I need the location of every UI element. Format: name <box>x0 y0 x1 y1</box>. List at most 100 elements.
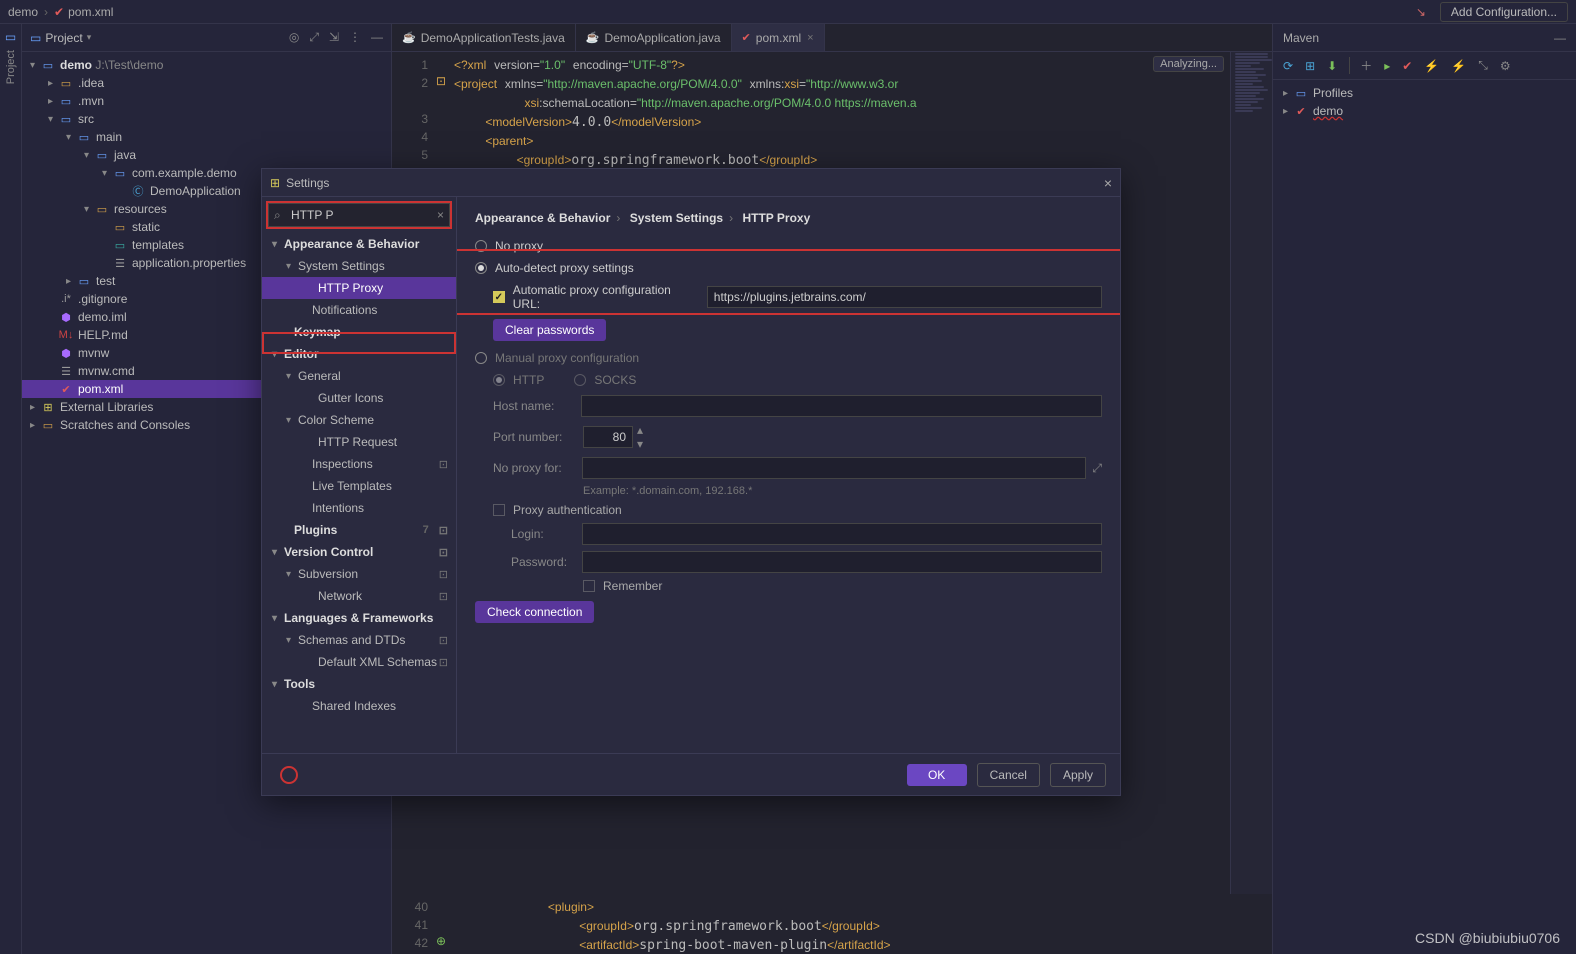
maven-demo[interactable]: ▸✔demo <box>1279 102 1570 120</box>
tree-main[interactable]: ▾▭main <box>22 128 391 146</box>
stree-gutter[interactable]: Gutter Icons <box>262 387 456 409</box>
run-icon[interactable]: ▸ <box>1384 59 1390 73</box>
settings-tree: ▾Appearance & Behavior ▾System Settings … <box>262 233 456 753</box>
port-label: Port number: <box>493 430 583 444</box>
stree-tools[interactable]: ▾Tools <box>262 673 456 695</box>
analyzing-badge: Analyzing... <box>1153 56 1224 72</box>
stree-appearance[interactable]: ▾Appearance & Behavior <box>262 233 456 255</box>
settings-dialog: ⊞ Settings × ⌕ × ▾Appearance & Behavior … <box>261 168 1121 796</box>
build-icon[interactable]: ↘ <box>1416 5 1426 19</box>
project-view-dropdown[interactable]: Project▾ <box>45 31 91 45</box>
stree-editor[interactable]: ▾Editor <box>262 343 456 365</box>
tree-idea[interactable]: ▸▭.idea <box>22 74 391 92</box>
gear-icon: ⊡ <box>439 590 448 603</box>
reload-icon[interactable]: ⟳ <box>1283 59 1293 73</box>
port-input[interactable] <box>583 426 633 448</box>
gear-icon: ⊡ <box>439 656 448 669</box>
toggle-icon[interactable]: ⚡ <box>1424 59 1439 73</box>
password-label: Password: <box>511 555 582 569</box>
stree-intentions[interactable]: Intentions <box>262 497 456 519</box>
add-icon[interactable]: ＋ <box>1349 57 1372 74</box>
radio-no-proxy[interactable]: No proxy <box>475 239 1102 253</box>
stree-schemas[interactable]: ▾Schemas and DTDs⊡ <box>262 629 456 651</box>
minimap[interactable] <box>1230 52 1272 954</box>
tree-java[interactable]: ▾▭java <box>22 146 391 164</box>
hide-icon[interactable]: — <box>1554 31 1566 45</box>
collapse-all-icon[interactable]: ⤡ <box>1478 58 1488 73</box>
gear-icon: ⊡ <box>439 546 448 559</box>
close-icon[interactable]: × <box>1104 175 1112 191</box>
settings-titlebar[interactable]: ⊞ Settings × <box>262 169 1120 197</box>
settings-breadcrumb: Appearance & Behavior› System Settings› … <box>475 211 1102 225</box>
gear-icon: ⊡ <box>439 458 448 471</box>
check-connection-button[interactable]: Check connection <box>475 601 594 623</box>
maven-panel: Maven— ⟳ ⊞ ⬇ ＋ ▸ ✔ ⚡ ⚡ ⤡ ⚙ ▸▭Profiles ▸✔… <box>1272 24 1576 954</box>
gear-icon[interactable]: ⚙ <box>1500 59 1511 73</box>
tab-pom[interactable]: ✔pom.xml× <box>732 24 825 51</box>
crumb-file[interactable]: pom.xml <box>68 5 113 19</box>
maven-toolbar: ⟳ ⊞ ⬇ ＋ ▸ ✔ ⚡ ⚡ ⤡ ⚙ <box>1273 52 1576 80</box>
add-configuration-button[interactable]: Add Configuration... <box>1440 2 1568 22</box>
hide-icon[interactable]: — <box>371 30 383 45</box>
checkbox-proxy-auth[interactable]: Proxy authentication <box>493 503 1102 517</box>
checkbox-auto-url[interactable]: Automatic proxy configuration URL: <box>493 283 1102 311</box>
clear-passwords-button[interactable]: Clear passwords <box>493 319 606 341</box>
stree-inspections[interactable]: Inspections⊡ <box>262 453 456 475</box>
stree-plugins[interactable]: Plugins7⊡ <box>262 519 456 541</box>
stree-keymap[interactable]: Keymap <box>262 321 456 343</box>
stree-http-proxy[interactable]: HTTP Proxy <box>262 277 456 299</box>
auto-url-input[interactable] <box>707 286 1102 308</box>
apply-button[interactable]: Apply <box>1050 763 1106 787</box>
password-input[interactable] <box>582 551 1102 573</box>
generate-icon[interactable]: ⊞ <box>1305 59 1315 73</box>
download-icon[interactable]: ⬇ <box>1327 59 1337 73</box>
gear-icon: ⊡ <box>439 568 448 581</box>
expand-icon[interactable]: ⤢ <box>309 30 319 45</box>
hostname-label: Host name: <box>493 399 581 413</box>
project-panel-header: ▭ Project▾ ◎ ⤢ ⇲ ⋮ — <box>22 24 391 52</box>
stree-defxml[interactable]: Default XML Schemas⊡ <box>262 651 456 673</box>
hostname-input[interactable] <box>581 395 1102 417</box>
collapse-icon[interactable]: ⇲ <box>329 30 339 45</box>
settings-search-input[interactable] <box>268 203 450 227</box>
stepper-icon[interactable]: ▴▾ <box>637 423 643 451</box>
checkbox-remember[interactable]: Remember <box>583 579 1102 593</box>
radio-auto-detect[interactable]: Auto-detect proxy settings <box>475 261 1102 275</box>
login-input[interactable] <box>582 523 1102 545</box>
tab-demo-app[interactable]: ☕DemoApplication.java <box>576 24 732 51</box>
cancel-button[interactable]: Cancel <box>977 763 1040 787</box>
stree-notifications[interactable]: Notifications <box>262 299 456 321</box>
gear-icon: ⊡ <box>439 634 448 647</box>
noproxy-input[interactable] <box>582 457 1086 479</box>
help-icon[interactable] <box>280 766 298 784</box>
project-tool-label[interactable]: Project <box>5 50 17 84</box>
expand-icon[interactable]: ⤢ <box>1092 461 1102 476</box>
tree-src[interactable]: ▾▭src <box>22 110 391 128</box>
project-tool-icon[interactable]: ▭ <box>5 30 16 44</box>
tree-mvn[interactable]: ▸▭.mvn <box>22 92 391 110</box>
stree-vcs[interactable]: ▾Version Control⊡ <box>262 541 456 563</box>
maven-tree: ▸▭Profiles ▸✔demo <box>1273 80 1576 124</box>
skip-tests-icon[interactable]: ⚡ <box>1451 59 1466 73</box>
search-icon: ⌕ <box>274 208 281 223</box>
stree-livetemplates[interactable]: Live Templates <box>262 475 456 497</box>
tab-demo-tests[interactable]: ☕DemoApplicationTests.java <box>392 24 576 51</box>
stree-lang[interactable]: ▾Languages & Frameworks <box>262 607 456 629</box>
clear-icon[interactable]: × <box>437 208 444 222</box>
target-icon[interactable]: ◎ <box>289 30 299 45</box>
crumb-project[interactable]: demo <box>8 5 38 19</box>
stree-colorscheme[interactable]: ▾Color Scheme <box>262 409 456 431</box>
stree-general[interactable]: ▾General <box>262 365 456 387</box>
execute-icon[interactable]: ✔ <box>1402 59 1412 73</box>
stree-network[interactable]: Network⊡ <box>262 585 456 607</box>
stree-httpreq[interactable]: HTTP Request <box>262 431 456 453</box>
stree-shared[interactable]: Shared Indexes <box>262 695 456 717</box>
stree-system[interactable]: ▾System Settings <box>262 255 456 277</box>
radio-manual[interactable]: Manual proxy configuration <box>475 351 1102 365</box>
tree-root[interactable]: ▾▭demo J:\Test\demo <box>22 56 391 74</box>
close-icon[interactable]: × <box>807 32 813 44</box>
maven-profiles[interactable]: ▸▭Profiles <box>1279 84 1570 102</box>
settings-icon[interactable]: ⋮ <box>349 30 361 45</box>
stree-svn[interactable]: ▾Subversion⊡ <box>262 563 456 585</box>
ok-button[interactable]: OK <box>907 764 967 786</box>
